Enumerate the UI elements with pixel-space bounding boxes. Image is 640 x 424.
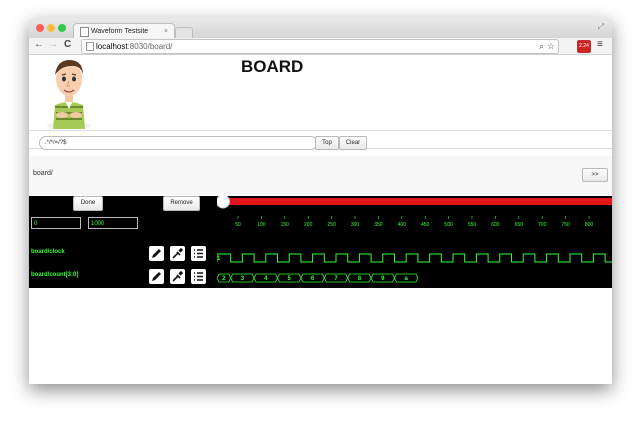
bus-value: 7 <box>334 276 338 282</box>
browser-toolbar: ← → C localhost:8030/board/ ⌕ ☆ 2.24 ≡ <box>29 38 612 55</box>
time-slider-knob[interactable] <box>217 196 230 209</box>
list-icon[interactable] <box>191 269 206 284</box>
search-icon[interactable]: ⌕ <box>539 40 544 53</box>
filter-input[interactable]: .*/*/=/?$ <box>39 136 318 150</box>
browser-window: Waveform Testsite × ⤢ ← → C localhost:80… <box>29 18 612 384</box>
browser-tab[interactable]: Waveform Testsite × <box>73 23 175 39</box>
time-tick-label: 400 <box>398 222 407 228</box>
url-host: localhost <box>96 42 128 51</box>
new-tab-button[interactable] <box>175 27 193 38</box>
close-window-icon[interactable] <box>36 24 44 32</box>
menu-icon[interactable]: ≡ <box>597 39 603 50</box>
bus-value: 5 <box>288 276 292 282</box>
bus-value: 2 <box>222 276 226 282</box>
time-tick-label: 250 <box>327 222 336 228</box>
time-slider-track[interactable] <box>217 198 612 205</box>
edit-icon[interactable] <box>149 246 164 261</box>
title-bar: Waveform Testsite × ⤢ <box>29 18 612 39</box>
clear-button[interactable]: Clear <box>339 136 367 150</box>
time-tick-label: 450 <box>421 222 430 228</box>
page-icon <box>86 42 94 51</box>
extension-icon[interactable]: 2.24 <box>577 40 591 53</box>
waveform-viewer: Done Remove 0 1000 board/clock board/cou… <box>29 196 612 288</box>
zoom-window-icon[interactable] <box>58 24 66 32</box>
time-tick-label: 50 <box>235 222 241 228</box>
url-path: :8030/board/ <box>127 42 173 51</box>
end-time-input[interactable]: 1000 <box>88 217 138 229</box>
waveform-canvas[interactable]: 50 100 150 200 250 300 350 400 450 500 550 600 650 70… <box>217 196 612 288</box>
time-tick-label: 600 <box>491 222 500 228</box>
bus-value: 8 <box>358 276 362 282</box>
breadcrumb[interactable]: board/ <box>33 170 53 177</box>
back-button[interactable]: ← <box>34 39 44 50</box>
bus-value: 4 <box>264 276 268 282</box>
bus-value: 6 <box>311 276 315 282</box>
remove-button[interactable]: Remove <box>163 196 200 211</box>
bookmark-star-icon[interactable]: ☆ <box>547 40 555 53</box>
clock-waveform <box>217 253 612 263</box>
time-tick-label: 650 <box>515 222 524 228</box>
top-button[interactable]: Top <box>315 136 339 150</box>
bus-value: 9 <box>381 276 385 282</box>
bus-value: 3 <box>241 276 245 282</box>
eyedropper-icon[interactable] <box>170 269 185 284</box>
divider <box>29 130 612 131</box>
time-tick-label: 350 <box>374 222 383 228</box>
next-button[interactable]: >> <box>582 168 608 182</box>
list-icon[interactable] <box>191 246 206 261</box>
fullscreen-icon[interactable]: ⤢ <box>598 22 604 32</box>
cartoon-avatar-image <box>47 59 91 129</box>
bus-value: a <box>405 276 409 282</box>
signal-start-value: 1 <box>217 256 221 262</box>
time-tick-label: 500 <box>444 222 453 228</box>
time-tick-label: 700 <box>538 222 547 228</box>
tab-close-icon[interactable]: × <box>164 24 168 39</box>
address-bar[interactable]: localhost:8030/board/ ⌕ ☆ <box>81 39 559 54</box>
time-tick-label: 200 <box>304 222 313 228</box>
page-icon <box>80 27 89 37</box>
time-tick-label: 300 <box>351 222 360 228</box>
time-tick-label: 800 <box>585 222 594 228</box>
signal-name[interactable]: board/count[3:0] <box>31 272 78 278</box>
forward-button[interactable]: → <box>48 39 58 50</box>
reload-button[interactable]: C <box>64 39 71 50</box>
time-tick-label: 150 <box>281 222 290 228</box>
page-content: BOARD .*/*/=/?$ Top Clear board/ >> Done… <box>29 55 612 384</box>
tab-title: Waveform Testsite <box>91 28 149 35</box>
address-url: localhost:8030/board/ <box>96 40 173 53</box>
eyedropper-icon[interactable] <box>170 246 185 261</box>
start-time-input[interactable]: 0 <box>31 217 81 229</box>
time-tick-label: 750 <box>561 222 570 228</box>
signal-name[interactable]: board/clock <box>31 249 65 255</box>
time-tick-label: 100 <box>257 222 266 228</box>
minimize-window-icon[interactable] <box>47 24 55 32</box>
done-button[interactable]: Done <box>73 196 103 211</box>
edit-icon[interactable] <box>149 269 164 284</box>
page-title: BOARD <box>241 57 304 76</box>
time-tick-label: 550 <box>468 222 477 228</box>
breadcrumb-bar: board/ >> <box>29 156 612 195</box>
